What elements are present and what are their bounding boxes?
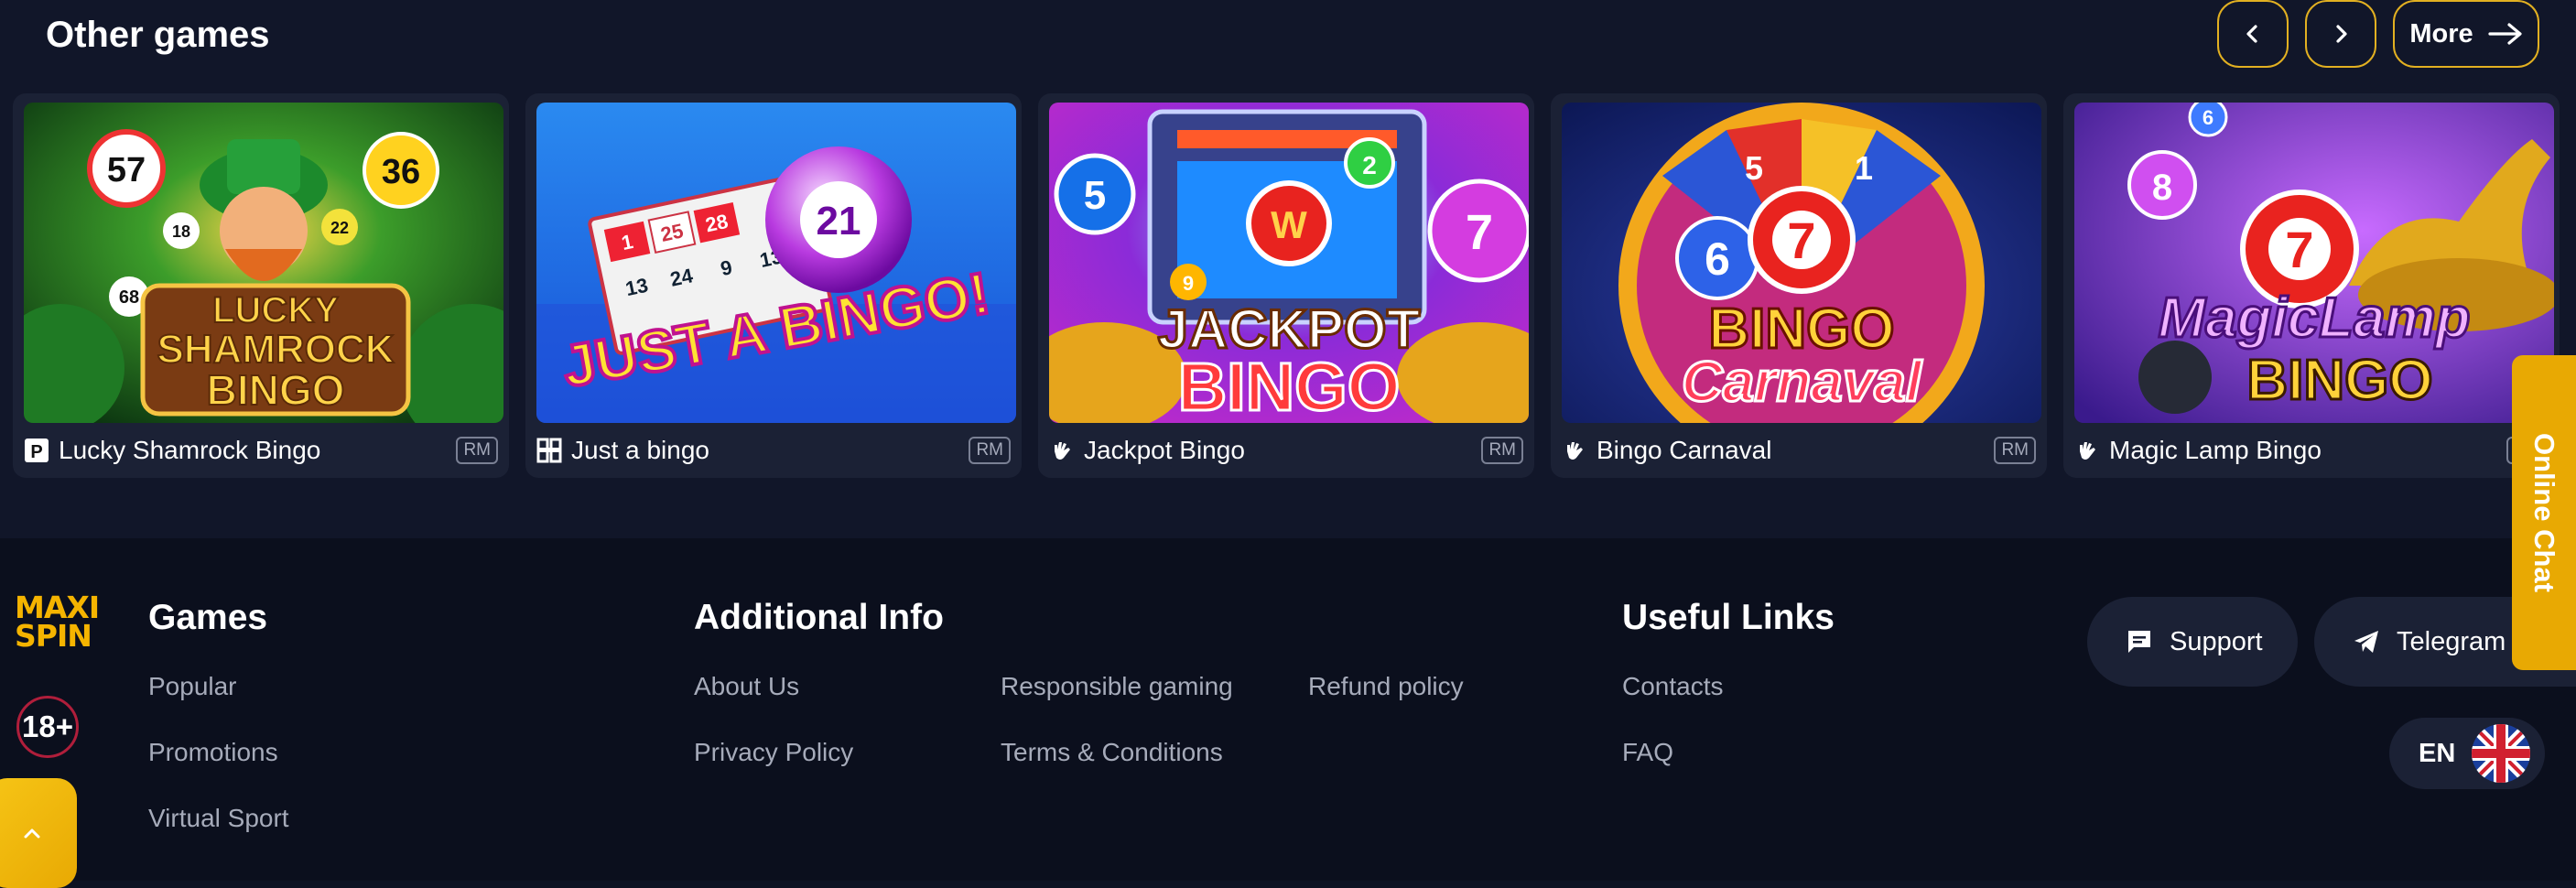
provider-grid-icon: [536, 438, 562, 463]
game-thumbnail[interactable]: 1 25 28 13 24 9 13 21 JUST A BINGO!: [536, 103, 1016, 423]
ball-number: 6: [1705, 233, 1730, 285]
support-label: Support: [2170, 626, 2263, 656]
ticket-number: 13: [623, 274, 650, 301]
telegram-label: Telegram: [2397, 626, 2506, 656]
footer-link-virtual-sport[interactable]: Virtual Sport: [148, 802, 289, 835]
language-code: EN: [2419, 738, 2456, 768]
chat-icon: [2128, 631, 2150, 653]
carousel-prev-button[interactable]: [2217, 0, 2289, 68]
provider-p-icon: P: [24, 438, 49, 463]
art-title: BINGO: [2246, 349, 2432, 412]
ball-number: 6: [2203, 106, 2213, 129]
art-title: Carnaval: [1682, 351, 1923, 414]
other-games-section: Other games More 57 36 18 22 68 LUCKY SH…: [0, 0, 2576, 538]
currency-badge: RM: [1994, 437, 2036, 464]
support-button[interactable]: Support: [2087, 597, 2298, 687]
art-title: SHAMROCK: [157, 327, 394, 372]
game-info: Jackpot Bingo RM: [1049, 430, 1523, 471]
age-restriction-badge: 18+: [16, 696, 79, 758]
game-name[interactable]: Lucky Shamrock Bingo: [59, 436, 320, 465]
telegram-icon: [2354, 631, 2378, 653]
game-card[interactable]: W 5 2 7 9 JACKPOT BINGO Jackpot Bingo RM: [1038, 93, 1534, 478]
game-thumbnail[interactable]: 5 1 6 7 BINGO Carnaval: [1562, 103, 2041, 423]
ball-number: 8: [2152, 168, 2172, 208]
additional-info-heading: Additional Info: [694, 598, 944, 637]
currency-badge: RM: [456, 437, 498, 464]
game-thumbnail[interactable]: 57 36 18 22 68 LUCKY SHAMROCK BINGO: [24, 103, 503, 423]
game-info: Magic Lamp Bingo RM: [2074, 430, 2549, 471]
ball-number: 5: [1084, 173, 1106, 218]
scroll-to-top-button[interactable]: [0, 778, 77, 888]
ball-number: 36: [382, 153, 420, 191]
art-title: LUCKY: [212, 290, 339, 330]
ball-number: 7: [2285, 221, 2313, 278]
more-games-button[interactable]: More: [2393, 0, 2539, 68]
game-name[interactable]: Magic Lamp Bingo: [2109, 436, 2322, 465]
section-title: Other games: [46, 15, 270, 55]
footer-link-responsible-gaming[interactable]: Responsible gaming: [1001, 670, 1233, 703]
chevron-left-icon: [2246, 25, 2257, 43]
game-card[interactable]: 5 1 6 7 BINGO Carnaval Bingo Carnaval RM: [1551, 93, 2047, 478]
footer-link-refund-policy[interactable]: Refund policy: [1308, 670, 1464, 703]
footer-link-terms-conditions[interactable]: Terms & Conditions: [1001, 736, 1223, 769]
maxispin-logo[interactable]: MAXI SPIN: [15, 592, 106, 655]
useful-links-heading: Useful Links: [1622, 598, 1835, 637]
arrow-right-icon: [2488, 23, 2522, 45]
ball-number: 2: [1362, 151, 1377, 179]
art-title: BINGO: [207, 366, 345, 414]
online-chat-tab[interactable]: Online Chat: [2512, 355, 2576, 670]
footer-link-promotions[interactable]: Promotions: [148, 736, 278, 769]
ball-number: 57: [107, 151, 146, 190]
footer: MAXI SPIN 18+ Games Popular Promotions V…: [0, 538, 2576, 888]
ball-number: 5: [1745, 149, 1763, 187]
ball-number: 22: [330, 219, 349, 237]
provider-hand-icon: [1562, 438, 1587, 463]
footer-link-about-us[interactable]: About Us: [694, 670, 799, 703]
chevron-up-icon: [24, 828, 40, 839]
game-name[interactable]: Jackpot Bingo: [1084, 436, 1245, 465]
currency-badge: RM: [969, 437, 1011, 464]
logo-line: SPIN: [15, 618, 92, 654]
game-thumbnail[interactable]: 8 6 7 MagicLamp BINGO: [2074, 103, 2554, 423]
provider-hand-icon: [2074, 438, 2100, 463]
footer-link-popular[interactable]: Popular: [148, 670, 237, 703]
ball-number: 68: [119, 287, 139, 308]
game-card[interactable]: 8 6 7 MagicLamp BINGO Magic Lamp Bingo R…: [2063, 93, 2560, 478]
footer-link-faq[interactable]: FAQ: [1622, 736, 1673, 769]
game-name[interactable]: Just a bingo: [571, 436, 709, 465]
ball-number: 21: [817, 199, 861, 244]
game-name[interactable]: Bingo Carnaval: [1596, 436, 1771, 465]
art-title: MagicLamp: [2158, 287, 2470, 350]
ball-number: 18: [172, 222, 190, 241]
game-info: Just a bingo RM: [536, 430, 1011, 471]
ticket-number: 25: [658, 219, 685, 246]
svg-text:P: P: [30, 442, 42, 462]
language-selector[interactable]: EN: [2389, 718, 2545, 789]
art-title: BINGO: [1178, 349, 1401, 423]
carousel-next-button[interactable]: [2305, 0, 2376, 68]
footer-link-contacts[interactable]: Contacts: [1622, 670, 1724, 703]
online-chat-label: Online Chat: [2528, 433, 2560, 592]
game-info: P Lucky Shamrock Bingo RM: [24, 430, 498, 471]
uk-flag-icon: [2472, 724, 2531, 783]
ball-number: 7: [1466, 205, 1493, 260]
more-label: More: [2409, 18, 2473, 49]
provider-hand-icon: [1049, 438, 1075, 463]
ball-number: 7: [1787, 211, 1815, 269]
game-thumbnail[interactable]: W 5 2 7 9 JACKPOT BINGO: [1049, 103, 1529, 423]
chevron-right-icon: [2336, 25, 2347, 43]
games-heading: Games: [148, 598, 268, 637]
game-info: Bingo Carnaval RM: [1562, 430, 2036, 471]
footer-link-privacy-policy[interactable]: Privacy Policy: [694, 736, 853, 769]
ball-number: 1: [1855, 149, 1873, 187]
ball-number: 9: [1183, 272, 1194, 295]
currency-badge: RM: [1481, 437, 1523, 464]
ticket-number: 28: [703, 210, 730, 237]
ball-number: W: [1271, 203, 1307, 246]
game-card[interactable]: 1 25 28 13 24 9 13 21 JUST A BINGO! Just…: [525, 93, 1022, 478]
game-card[interactable]: 57 36 18 22 68 LUCKY SHAMROCK BINGO P Lu…: [13, 93, 509, 478]
